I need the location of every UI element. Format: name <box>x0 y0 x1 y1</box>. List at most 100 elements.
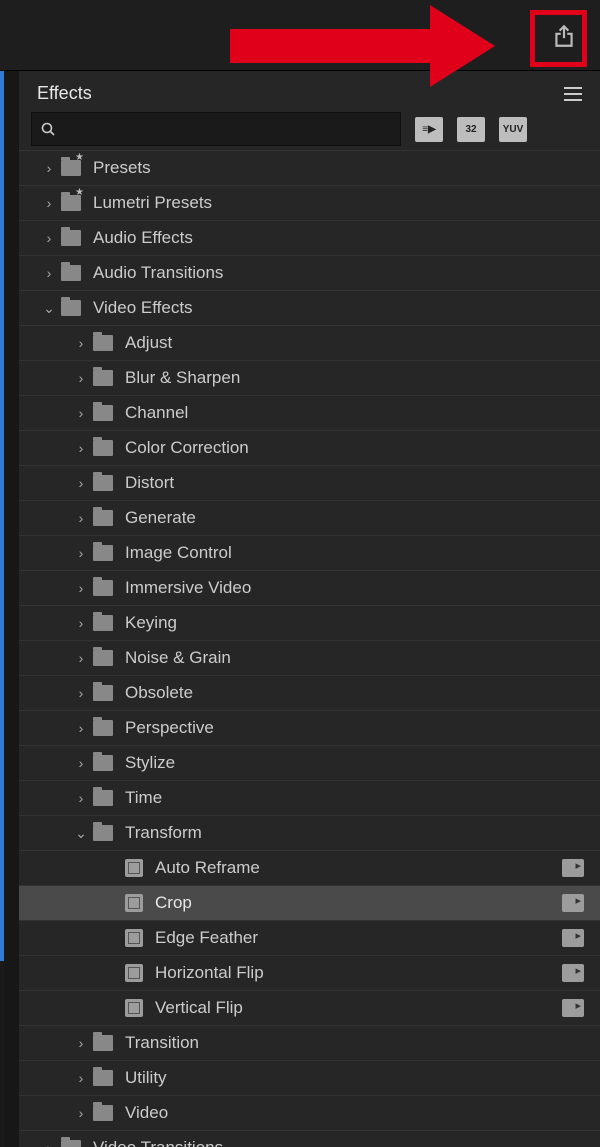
search-row: ≡▶ 32 YUV <box>19 112 600 150</box>
chevron-right-icon[interactable]: › <box>69 1070 93 1086</box>
folder-icon <box>93 510 113 526</box>
chevron-right-icon[interactable]: › <box>37 230 61 246</box>
annotation-arrow <box>230 20 530 60</box>
folder-icon <box>93 650 113 666</box>
tree-row[interactable]: ›Lumetri Presets <box>19 186 600 221</box>
chevron-right-icon[interactable]: › <box>37 195 61 211</box>
folder-icon <box>93 1105 113 1121</box>
effects-tree[interactable]: ›Presets›Lumetri Presets›Audio Effects›A… <box>19 150 600 1147</box>
tree-row[interactable]: ›Audio Effects <box>19 221 600 256</box>
folder-icon <box>93 440 113 456</box>
filter-yuv-button[interactable]: YUV <box>499 117 527 142</box>
chevron-right-icon[interactable]: › <box>69 580 93 596</box>
search-input[interactable] <box>31 112 401 146</box>
panel-gutter <box>4 71 19 1147</box>
tree-row[interactable]: › Utility <box>19 1061 600 1096</box>
tree-row[interactable]: Auto Reframe <box>19 851 600 886</box>
chevron-right-icon[interactable]: › <box>69 335 93 351</box>
chevron-right-icon[interactable]: › <box>69 440 93 456</box>
tree-item-label: Perspective <box>125 718 214 738</box>
filter-accelerated-button[interactable]: ≡▶ <box>415 117 443 142</box>
chevron-right-icon[interactable]: › <box>69 1105 93 1121</box>
chevron-down-icon[interactable]: ⌄ <box>37 300 61 317</box>
tree-row[interactable]: › Presets <box>19 151 600 186</box>
panel-menu-button[interactable] <box>564 87 582 101</box>
tree-item-label: Auto Reframe <box>155 858 260 878</box>
tree-item-label: Vertical Flip <box>155 998 243 1018</box>
filter-32bit-button[interactable]: 32 <box>457 117 485 142</box>
tree-item-label: Presets <box>93 158 151 178</box>
tree-row[interactable]: ›Obsolete <box>19 676 600 711</box>
tree-row[interactable]: ›Transition <box>19 1026 600 1061</box>
folder-icon <box>93 370 113 386</box>
tree-row[interactable]: ›Video <box>19 1096 600 1131</box>
folder-icon <box>61 300 81 316</box>
accelerated-badge-icon <box>562 964 584 982</box>
folder-icon <box>93 790 113 806</box>
tree-row[interactable]: › Audio Transitions <box>19 256 600 291</box>
chevron-right-icon[interactable]: › <box>37 1140 61 1147</box>
tree-row[interactable]: Crop <box>19 886 600 921</box>
chevron-down-icon[interactable]: ⌄ <box>69 825 93 842</box>
tree-item-label: Distort <box>125 473 174 493</box>
tree-item-label: Stylize <box>125 753 175 773</box>
tree-row[interactable]: ›Blur & Sharpen <box>19 361 600 396</box>
effect-icon <box>125 999 143 1017</box>
chevron-right-icon[interactable]: › <box>37 265 61 281</box>
export-icon <box>551 23 577 49</box>
chevron-right-icon[interactable]: › <box>69 475 93 491</box>
folder-icon <box>93 685 113 701</box>
folder-icon <box>93 580 113 596</box>
folder-icon <box>93 1070 113 1086</box>
folder-icon <box>93 1035 113 1051</box>
tree-row[interactable]: ›Noise & Grain <box>19 641 600 676</box>
tree-row[interactable]: › Distort <box>19 466 600 501</box>
folder-icon <box>93 755 113 771</box>
chevron-right-icon[interactable]: › <box>69 545 93 561</box>
tree-row[interactable]: › Color Correction <box>19 431 600 466</box>
tree-item-label: Color Correction <box>125 438 249 458</box>
tree-row[interactable]: Edge Feather <box>19 921 600 956</box>
chevron-right-icon[interactable]: › <box>69 685 93 701</box>
preset-folder-icon <box>61 160 81 176</box>
tree-item-label: Utility <box>125 1068 167 1088</box>
tree-row[interactable]: › Stylize <box>19 746 600 781</box>
chevron-right-icon[interactable]: › <box>69 650 93 666</box>
chevron-right-icon[interactable]: › <box>69 755 93 771</box>
chevron-right-icon[interactable]: › <box>69 370 93 386</box>
tree-row[interactable]: › Perspective <box>19 711 600 746</box>
folder-icon <box>93 615 113 631</box>
panel-title: Effects <box>37 83 92 104</box>
tree-item-label: Channel <box>125 403 188 423</box>
accelerated-badge-icon <box>562 894 584 912</box>
tree-row[interactable]: Vertical Flip <box>19 991 600 1026</box>
tree-row[interactable]: Horizontal Flip <box>19 956 600 991</box>
tree-item-label: Generate <box>125 508 196 528</box>
chevron-right-icon[interactable]: › <box>69 1035 93 1051</box>
tree-row[interactable]: › Generate <box>19 501 600 536</box>
tree-item-label: Adjust <box>125 333 172 353</box>
tree-row[interactable]: ⌄Transform <box>19 816 600 851</box>
tree-row[interactable]: ›Keying <box>19 606 600 641</box>
chevron-right-icon[interactable]: › <box>69 790 93 806</box>
tree-row[interactable]: › Adjust <box>19 326 600 361</box>
tree-row[interactable]: › Image Control <box>19 536 600 571</box>
panel-header: Effects <box>19 71 600 112</box>
tree-item-label: Video Transitions <box>93 1138 223 1147</box>
chevron-right-icon[interactable]: › <box>69 720 93 736</box>
chevron-right-icon[interactable]: › <box>69 405 93 421</box>
tree-row[interactable]: ⌄Video Effects <box>19 291 600 326</box>
tree-row[interactable]: ›Immersive Video <box>19 571 600 606</box>
accelerated-badge-icon <box>562 999 584 1017</box>
export-button[interactable] <box>545 17 583 55</box>
tree-row[interactable]: › Channel <box>19 396 600 431</box>
tree-item-label: Image Control <box>125 543 232 563</box>
tree-row[interactable]: › Video Transitions <box>19 1131 600 1147</box>
chevron-right-icon[interactable]: › <box>69 510 93 526</box>
chevron-right-icon[interactable]: › <box>69 615 93 631</box>
folder-icon <box>61 265 81 281</box>
chevron-right-icon[interactable]: › <box>37 160 61 176</box>
search-icon <box>40 121 56 137</box>
tree-row[interactable]: ›Time <box>19 781 600 816</box>
tree-item-label: Audio Transitions <box>93 263 223 283</box>
